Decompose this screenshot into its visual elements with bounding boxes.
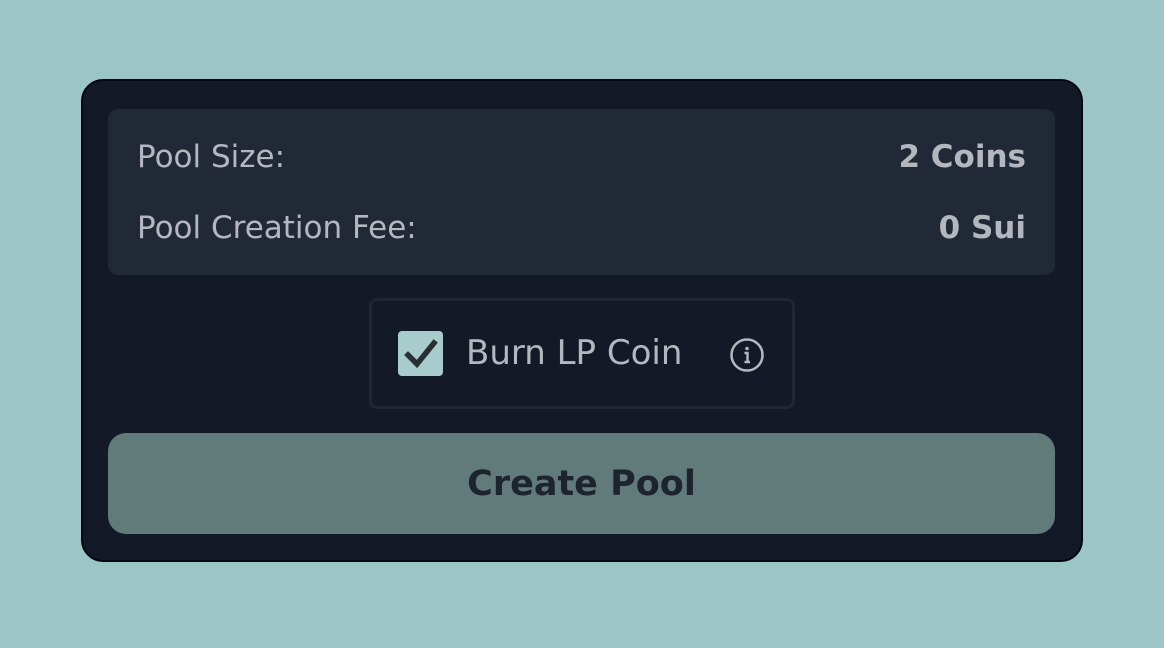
pool-size-row: Pool Size: 2 Coins xyxy=(137,137,1026,177)
checkmark-icon xyxy=(403,338,438,368)
pool-fee-row: Pool Creation Fee: 0 Sui xyxy=(137,208,1026,248)
burn-lp-option: Burn LP Coin xyxy=(369,298,795,409)
create-pool-button[interactable]: Create Pool xyxy=(108,433,1055,534)
pool-size-label: Pool Size: xyxy=(137,139,286,175)
pool-fee-label: Pool Creation Fee: xyxy=(137,210,417,246)
pool-size-value: 2 Coins xyxy=(898,139,1026,175)
pool-info-panel: Pool Size: 2 Coins Pool Creation Fee: 0 … xyxy=(108,109,1055,275)
pool-fee-value: 0 Sui xyxy=(938,210,1026,246)
info-icon[interactable] xyxy=(729,337,765,373)
create-pool-card: Pool Size: 2 Coins Pool Creation Fee: 0 … xyxy=(81,79,1083,562)
burn-lp-label[interactable]: Burn LP Coin xyxy=(466,333,682,373)
burn-lp-checkbox[interactable] xyxy=(398,331,443,376)
